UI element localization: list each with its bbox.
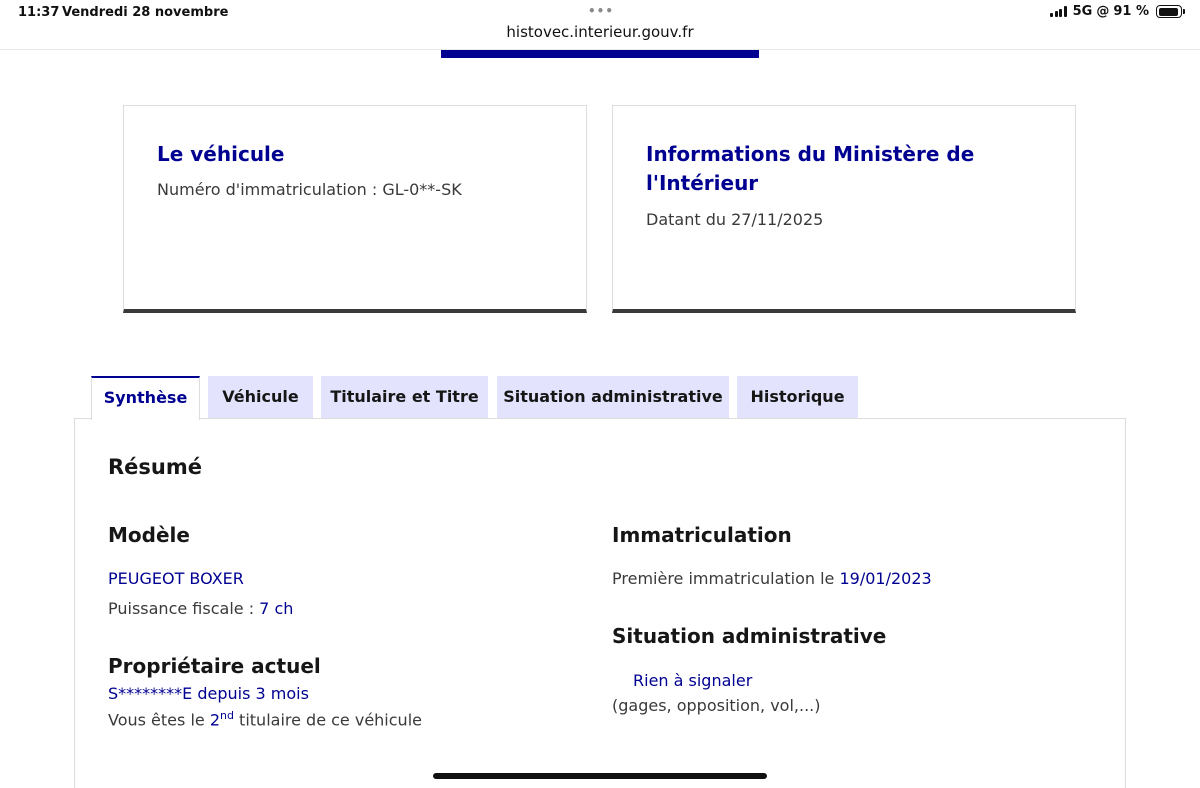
tab-historique[interactable]: Historique [737,376,858,419]
model-heading: Modèle [108,523,190,547]
tab-vehicule[interactable]: Véhicule [208,376,313,419]
status-time: 11:37 [18,5,60,20]
first-registration-date: 19/01/2023 [839,569,932,588]
more-dots-icon[interactable]: ••• [588,4,614,18]
owner-rank-suffix: titulaire de ce véhicule [233,710,422,730]
vehicle-card-title: Le véhicule [157,142,285,166]
owner-name: S********E [108,684,193,703]
ministry-card: Informations du Ministère de l'Intérieur… [612,105,1076,313]
first-registration-label: Première immatriculation le [612,569,840,588]
network-label: 5G [1072,4,1093,19]
registration-heading: Immatriculation [612,523,792,547]
admin-heading: Situation administrative [612,624,887,648]
owner-since-value: 3 mois [255,684,309,703]
admin-status: Rien à signaler [633,671,753,690]
data-date: Datant du 27/11/2025 [646,210,824,229]
owner-line: S********E depuis 3 mois [108,684,309,703]
battery-percent: 91 % [1113,4,1149,19]
first-registration: Première immatriculation le 19/01/2023 [612,569,932,588]
fiscal-power-label: Puissance fiscale : [108,599,260,618]
battery-icon [1156,5,1185,18]
owner-since-label: depuis [192,684,256,703]
fiscal-power-value: 7 ch [259,599,294,618]
owner-rank: Vous êtes le 2nd titulaire de ce véhicul… [108,709,422,729]
plate-number: Numéro d'immatriculation : GL-0**-SK [157,180,462,199]
model-name: PEUGEOT BOXER [108,569,244,588]
owner-rank-value: 2 [209,710,220,730]
tab-situation-administrative[interactable]: Situation administrative [497,376,729,419]
ministry-card-title: Informations du Ministère de l'Intérieur [646,142,975,195]
summary-heading: Résumé [108,455,202,479]
tab-synthese[interactable]: Synthèse [91,376,200,420]
fiscal-power: Puissance fiscale : 7 ch [108,599,293,618]
status-date: Vendredi 28 novembre [62,5,229,20]
owner-rank-prefix: Vous êtes le [108,710,210,730]
signal-icon [1050,6,1067,17]
vehicle-card: Le véhicule Numéro d'immatriculation : G… [123,105,587,313]
home-indicator[interactable] [433,773,767,779]
admin-note: (gages, opposition, vol,...) [612,696,821,715]
status-indicators: 5G @ 91 % [1050,4,1185,19]
orientation-lock-icon: @ [1096,4,1110,19]
header-accent-bar [441,50,759,58]
address-bar-url[interactable]: histovec.interieur.gouv.fr [0,23,1200,41]
status-bar: 11:37 Vendredi 28 novembre ••• histovec.… [0,0,1200,50]
tab-titulaire[interactable]: Titulaire et Titre [321,376,488,419]
owner-rank-sup: nd [220,709,234,722]
owner-heading: Propriétaire actuel [108,654,321,678]
